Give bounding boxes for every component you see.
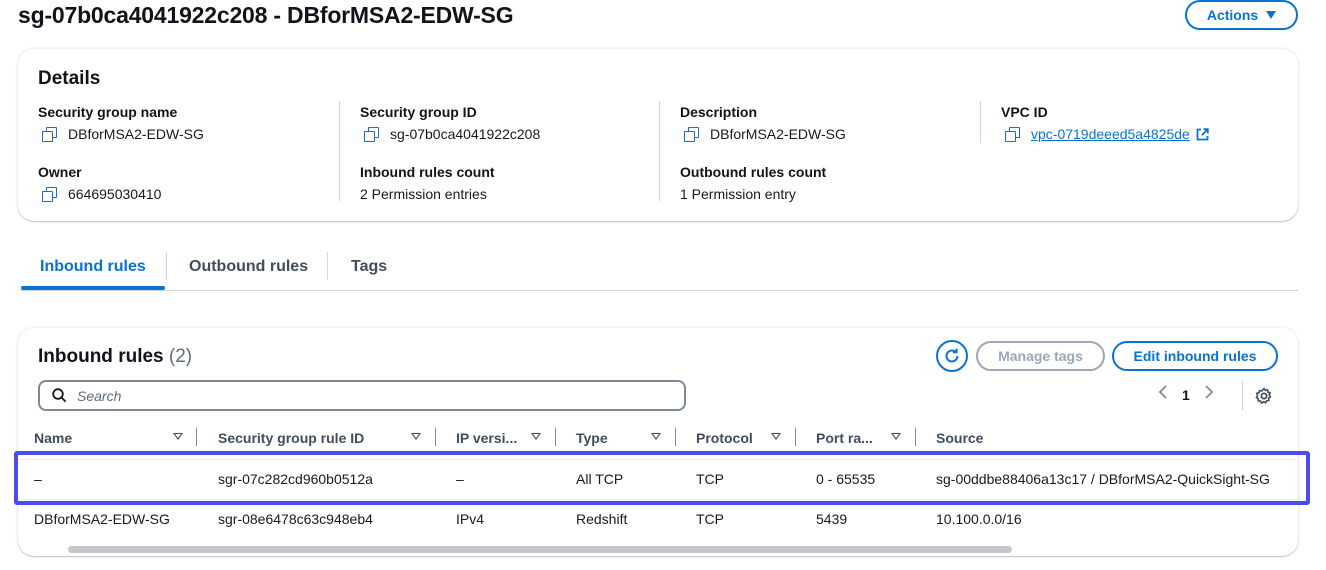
column-header-protocol[interactable]: Protocol: [696, 430, 753, 446]
pagination: 1: [1158, 384, 1214, 405]
current-page[interactable]: 1: [1182, 387, 1190, 403]
cell-source: 10.100.0.0/16: [936, 511, 1022, 527]
inbound-rules-count: (2): [168, 346, 193, 367]
search-input[interactable]: [77, 387, 637, 404]
field-security-group-name: Security group name DBforMSA2-EDW-SG: [38, 104, 204, 142]
tab-bar: Inbound rules Outbound rules Tags: [20, 246, 1298, 291]
sort-icon[interactable]: [411, 433, 421, 440]
settings-button[interactable]: [1254, 386, 1274, 406]
cell-rule-id: sgr-08e6478c63c948eb4: [218, 511, 373, 527]
field-label: Owner: [38, 164, 82, 180]
manage-tags-button[interactable]: Manage tags: [976, 341, 1105, 371]
field-value: 1 Permission entry: [680, 186, 796, 202]
field-value: sg-07b0ca4041922c208: [390, 126, 541, 142]
column-divider: [980, 101, 981, 143]
actions-button[interactable]: Actions: [1185, 0, 1298, 30]
edit-inbound-rules-button[interactable]: Edit inbound rules: [1112, 341, 1278, 371]
field-inbound-rules-count: Inbound rules count 2 Permission entries: [360, 164, 495, 202]
column-resizer[interactable]: [555, 428, 556, 446]
column-header-type[interactable]: Type: [576, 430, 608, 446]
column-resizer[interactable]: [435, 428, 436, 446]
column-header-source[interactable]: Source: [936, 430, 983, 446]
refresh-icon: [945, 348, 959, 363]
cell-rule-id: sgr-07c282cd960b0512a: [218, 471, 373, 487]
vpc-id-link[interactable]: vpc-0719deeed5a4825de: [1031, 126, 1190, 142]
field-label: Security group ID: [360, 104, 477, 120]
page-title: sg-07b0ca4041922c208 - DBforMSA2-EDW-SG: [18, 2, 514, 28]
sort-icon[interactable]: [771, 433, 781, 440]
copy-icon[interactable]: [42, 127, 57, 142]
refresh-button[interactable]: [936, 340, 968, 372]
inbound-rules-panel: Inbound rules (2) Manage tags Edit inbou…: [18, 328, 1298, 556]
field-label: Security group name: [38, 104, 178, 120]
details-title: Details: [38, 68, 101, 89]
caret-down-icon: [1266, 11, 1277, 19]
field-label: Outbound rules count: [680, 164, 827, 180]
cell-ip-version: IPv4: [456, 511, 485, 527]
field-value: 2 Permission entries: [360, 186, 487, 202]
cell-source: sg-00ddbe88406a13c17 / DBforMSA2-QuickSi…: [936, 471, 1270, 487]
external-link-icon: [1196, 127, 1209, 141]
column-resizer[interactable]: [915, 428, 916, 446]
actions-label: Actions: [1206, 7, 1259, 23]
previous-page-icon[interactable]: [1158, 384, 1168, 405]
pagination-divider: [1242, 380, 1243, 410]
field-label: Description: [680, 104, 758, 120]
cell-protocol: TCP: [696, 471, 724, 487]
horizontal-scrollbar[interactable]: [68, 546, 1012, 553]
tab-divider: [166, 252, 167, 280]
copy-icon[interactable]: [1005, 127, 1020, 142]
inbound-rules-heading: Inbound rules: [38, 346, 164, 367]
table-header: Name Security group rule ID IP versi... …: [18, 426, 1298, 452]
field-label: Inbound rules count: [360, 164, 495, 180]
copy-icon[interactable]: [684, 127, 699, 142]
column-header-rule-id[interactable]: Security group rule ID: [218, 430, 364, 446]
cell-ip-version: –: [456, 471, 464, 487]
column-header-port-range[interactable]: Port ra...: [816, 430, 873, 446]
cell-name: DBforMSA2-EDW-SG: [34, 511, 170, 527]
gear-icon: [1255, 387, 1272, 404]
search-box: [38, 380, 686, 411]
cell-protocol: TCP: [696, 511, 724, 527]
cell-port-range: 0 - 65535: [816, 471, 876, 487]
column-header-name[interactable]: Name: [34, 430, 72, 446]
search-icon: [52, 388, 67, 403]
column-resizer[interactable]: [196, 428, 197, 446]
tab-outbound-rules[interactable]: Outbound rules: [189, 258, 308, 276]
field-value: DBforMSA2-EDW-SG: [68, 126, 204, 142]
column-resizer[interactable]: [675, 428, 676, 446]
field-security-group-id: Security group ID sg-07b0ca4041922c208: [360, 104, 540, 142]
next-page-icon[interactable]: [1204, 384, 1214, 405]
inbound-rules-title: Inbound rules (2): [38, 346, 192, 368]
copy-icon[interactable]: [364, 127, 379, 142]
cell-type: Redshift: [576, 511, 628, 527]
sort-icon[interactable]: [651, 433, 661, 440]
tab-inbound-rules[interactable]: Inbound rules: [40, 258, 146, 276]
field-description: Description DBforMSA2-EDW-SG: [680, 104, 846, 142]
field-owner: Owner 664695030410: [38, 164, 161, 202]
cell-name: –: [34, 471, 42, 487]
active-tab-indicator: [21, 286, 165, 290]
column-divider: [339, 101, 340, 201]
sort-icon[interactable]: [531, 433, 541, 440]
field-label: VPC ID: [1001, 104, 1048, 120]
field-outbound-rules-count: Outbound rules count 1 Permission entry: [680, 164, 826, 202]
sort-icon[interactable]: [173, 433, 183, 440]
column-header-ip-version[interactable]: IP versi...: [456, 430, 517, 446]
details-panel: Details Security group name DBforMSA2-ED…: [18, 49, 1298, 221]
table-row[interactable]: – sgr-07c282cd960b0512a – All TCP TCP 0 …: [18, 459, 1298, 497]
field-vpc-id: VPC ID vpc-0719deeed5a4825de: [1001, 104, 1209, 142]
cell-port-range: 5439: [816, 511, 848, 527]
field-value: DBforMSA2-EDW-SG: [710, 126, 846, 142]
tab-divider: [327, 252, 328, 280]
table-row[interactable]: DBforMSA2-EDW-SG sgr-08e6478c63c948eb4 I…: [18, 499, 1298, 537]
column-divider: [659, 101, 660, 201]
tab-tags[interactable]: Tags: [351, 258, 387, 276]
sort-icon[interactable]: [891, 433, 901, 440]
cell-type: All TCP: [576, 471, 624, 487]
copy-icon[interactable]: [42, 187, 57, 202]
column-resizer[interactable]: [795, 428, 796, 446]
field-value: 664695030410: [68, 186, 162, 202]
